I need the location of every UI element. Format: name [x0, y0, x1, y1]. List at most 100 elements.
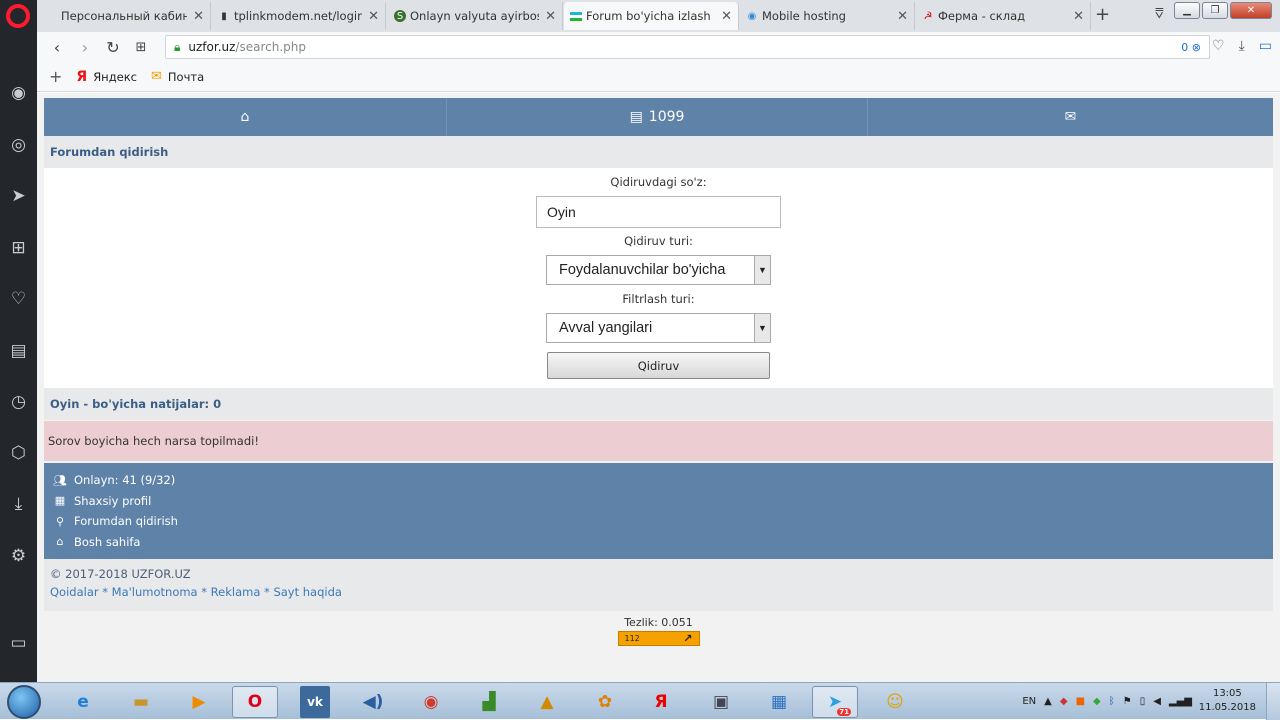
- nav-chat[interactable]: ✉: [868, 98, 1273, 136]
- battery-icon[interactable]: ▯: [1140, 696, 1146, 707]
- whatsapp-icon[interactable]: ◎: [0, 130, 37, 160]
- speed-dial-icon[interactable]: ⊞: [0, 233, 37, 263]
- media-player-icon[interactable]: ▶: [176, 686, 222, 718]
- ie-icon[interactable]: e: [60, 686, 106, 718]
- maximize-button[interactable]: ❐: [1202, 2, 1228, 19]
- counter-value: 112: [624, 634, 640, 643]
- close-icon[interactable]: ✕: [368, 9, 379, 24]
- link-about[interactable]: Sayt haqida: [273, 585, 342, 599]
- heart-icon[interactable]: ♡: [0, 284, 37, 314]
- top-nav: ⌂ ▤ 1099 ✉: [44, 98, 1273, 136]
- hammer-sickle-icon: ☭: [923, 10, 933, 22]
- tab-personal-cabinet[interactable]: Персональный кабинет ✕: [55, 2, 211, 30]
- vk-icon[interactable]: vk: [300, 686, 330, 718]
- control-panel-icon[interactable]: ▦: [756, 686, 802, 718]
- close-icon[interactable]: ✕: [193, 9, 204, 24]
- computer-icon[interactable]: ▣: [698, 686, 744, 718]
- tab-menu-icon[interactable]: ⩢: [1155, 6, 1164, 22]
- link-rules[interactable]: Qoidalar: [50, 585, 99, 599]
- search-input[interactable]: Oyin: [536, 196, 781, 228]
- footer-item-online[interactable]: 👥︎ Onlayn: 41 (9/32): [52, 470, 1265, 491]
- history-icon[interactable]: ◷: [0, 387, 37, 417]
- tab-mobile-hosting[interactable]: ◉ Mobile hosting ✕: [740, 2, 915, 30]
- start-button[interactable]: [7, 685, 41, 719]
- battery-saver-icon[interactable]: ▭: [1259, 38, 1272, 54]
- footer-item-search[interactable]: ⚲ Forumdan qidirish: [52, 511, 1265, 532]
- filter-type-label: Filtrlash turi:: [622, 292, 695, 306]
- add-bookmark-icon[interactable]: +: [49, 67, 62, 86]
- news-icon[interactable]: ▤: [0, 336, 37, 366]
- minimize-button[interactable]: ▁: [1174, 2, 1200, 19]
- chevron-down-icon[interactable]: ▼: [754, 256, 770, 284]
- link-ads[interactable]: Reklama: [211, 585, 261, 599]
- bookmark-label: Почта: [167, 69, 205, 84]
- tray-expand-icon[interactable]: ▲: [1044, 696, 1052, 707]
- close-icon[interactable]: ✕: [721, 9, 732, 24]
- app-a-icon[interactable]: ▲: [524, 686, 570, 718]
- chart-app-icon[interactable]: ▟: [466, 686, 512, 718]
- show-desktop-button[interactable]: [1266, 683, 1280, 720]
- window-close-button[interactable]: ✕: [1230, 2, 1272, 19]
- link-info[interactable]: Ma'lumotnoma: [112, 585, 198, 599]
- audio-icon[interactable]: ◀): [350, 686, 396, 718]
- filter-type-select[interactable]: Avval yangilari ▼: [546, 313, 771, 343]
- adblock-badge[interactable]: 0 ⊗: [1181, 41, 1201, 54]
- messenger-icon[interactable]: ◉: [0, 78, 37, 108]
- filter-type-value: Avval yangilari: [559, 320, 653, 336]
- telegram-taskbar-icon[interactable]: ➤ 71: [812, 686, 858, 718]
- download-icon[interactable]: ⤓: [1239, 38, 1245, 54]
- close-icon[interactable]: ✕: [1073, 9, 1084, 24]
- users-icon: 👥︎: [53, 473, 67, 487]
- url-host: uzfor.uz: [188, 40, 236, 54]
- tray-network-app-icon[interactable]: ◆: [1093, 696, 1101, 707]
- close-icon[interactable]: ✕: [897, 9, 908, 24]
- yandex-browser-icon[interactable]: Я: [638, 686, 684, 718]
- bookmark-heart-icon[interactable]: ♡: [1212, 38, 1225, 54]
- extensions-icon[interactable]: ⬡: [0, 438, 37, 468]
- bookmark-pochta[interactable]: ✉ Почта: [151, 69, 204, 84]
- speed-dial-button[interactable]: ⊞: [127, 40, 155, 55]
- forward-button[interactable]: ›: [71, 38, 99, 57]
- settings-icon[interactable]: ⚙: [0, 541, 37, 571]
- search-type-select[interactable]: Foydalanuvchilar bo'yicha ▼: [546, 255, 771, 285]
- nav-posts[interactable]: ▤ 1099: [447, 98, 868, 136]
- new-tab-button[interactable]: +: [1095, 4, 1110, 25]
- tab-forum-search[interactable]: Forum bo'yicha izlash ✕: [564, 2, 739, 30]
- flag-icon[interactable]: ⚑: [1123, 696, 1132, 707]
- tray-shield-icon[interactable]: ◆: [1060, 696, 1068, 707]
- chrome-icon[interactable]: ◉: [408, 686, 454, 718]
- close-icon[interactable]: ✕: [545, 9, 556, 24]
- opera-logo-icon[interactable]: [6, 4, 30, 28]
- tab-tplinkmodem[interactable]: ▮ tplinkmodem.net/login_s ✕: [212, 2, 386, 30]
- visitor-counter[interactable]: 112 ↗: [617, 631, 700, 646]
- tray-antivirus-icon[interactable]: ■: [1076, 696, 1085, 707]
- footer-item-home[interactable]: ⌂ Bosh sahifa: [52, 532, 1265, 553]
- clock[interactable]: 13:05 11.05.2018: [1199, 687, 1256, 715]
- search-button[interactable]: Qidiruv: [547, 352, 770, 379]
- telegram-icon[interactable]: ➤: [0, 181, 37, 211]
- url-field[interactable]: 🔒︎ uzfor.uz/search.php 0 ⊗: [165, 35, 1210, 59]
- bluetooth-icon[interactable]: ᛒ: [1109, 696, 1115, 707]
- back-button[interactable]: ‹: [43, 38, 71, 57]
- tab-valyuta[interactable]: S Onlayn valyuta ayirboshl ✕: [388, 2, 563, 30]
- signal-icon[interactable]: ▂▄▆: [1169, 696, 1192, 707]
- chat-icon: ✉: [1064, 109, 1077, 125]
- tab-ferma[interactable]: ☭ Ферма - склад ✕: [916, 2, 1091, 30]
- explorer-icon[interactable]: ▬: [118, 686, 164, 718]
- reload-button[interactable]: ↻: [99, 38, 127, 57]
- system-tray: EN ▲ ◆ ■ ◆ ᛒ ⚑ ▯ ◀ ▂▄▆: [1022, 683, 1192, 720]
- fl-studio-icon[interactable]: ✿: [582, 686, 628, 718]
- no-results-alert: Sorov boyicha hech narsa topilmadi!: [44, 421, 1273, 461]
- footer-links: Qoidalar * Ma'lumotnoma * Reklama * Sayt…: [50, 585, 342, 599]
- nav-home[interactable]: ⌂: [44, 98, 447, 136]
- language-indicator[interactable]: EN: [1022, 696, 1036, 707]
- volume-icon[interactable]: ◀: [1153, 696, 1161, 707]
- footer-item-profile[interactable]: ▦ Shaxsiy profil: [52, 491, 1265, 512]
- chevron-down-icon[interactable]: ▼: [754, 314, 770, 342]
- sidebar-toggle-icon[interactable]: ▭: [0, 628, 37, 658]
- messenger-app-icon[interactable]: ☺: [872, 686, 918, 718]
- bookmark-yandex[interactable]: Я Яндекс: [76, 69, 137, 85]
- downloads-icon[interactable]: ⤓: [0, 489, 37, 519]
- site-container: ⌂ ▤ 1099 ✉ Forumdan qidirish Qidiruvdagi …: [44, 98, 1273, 646]
- opera-taskbar-icon[interactable]: O: [232, 686, 278, 718]
